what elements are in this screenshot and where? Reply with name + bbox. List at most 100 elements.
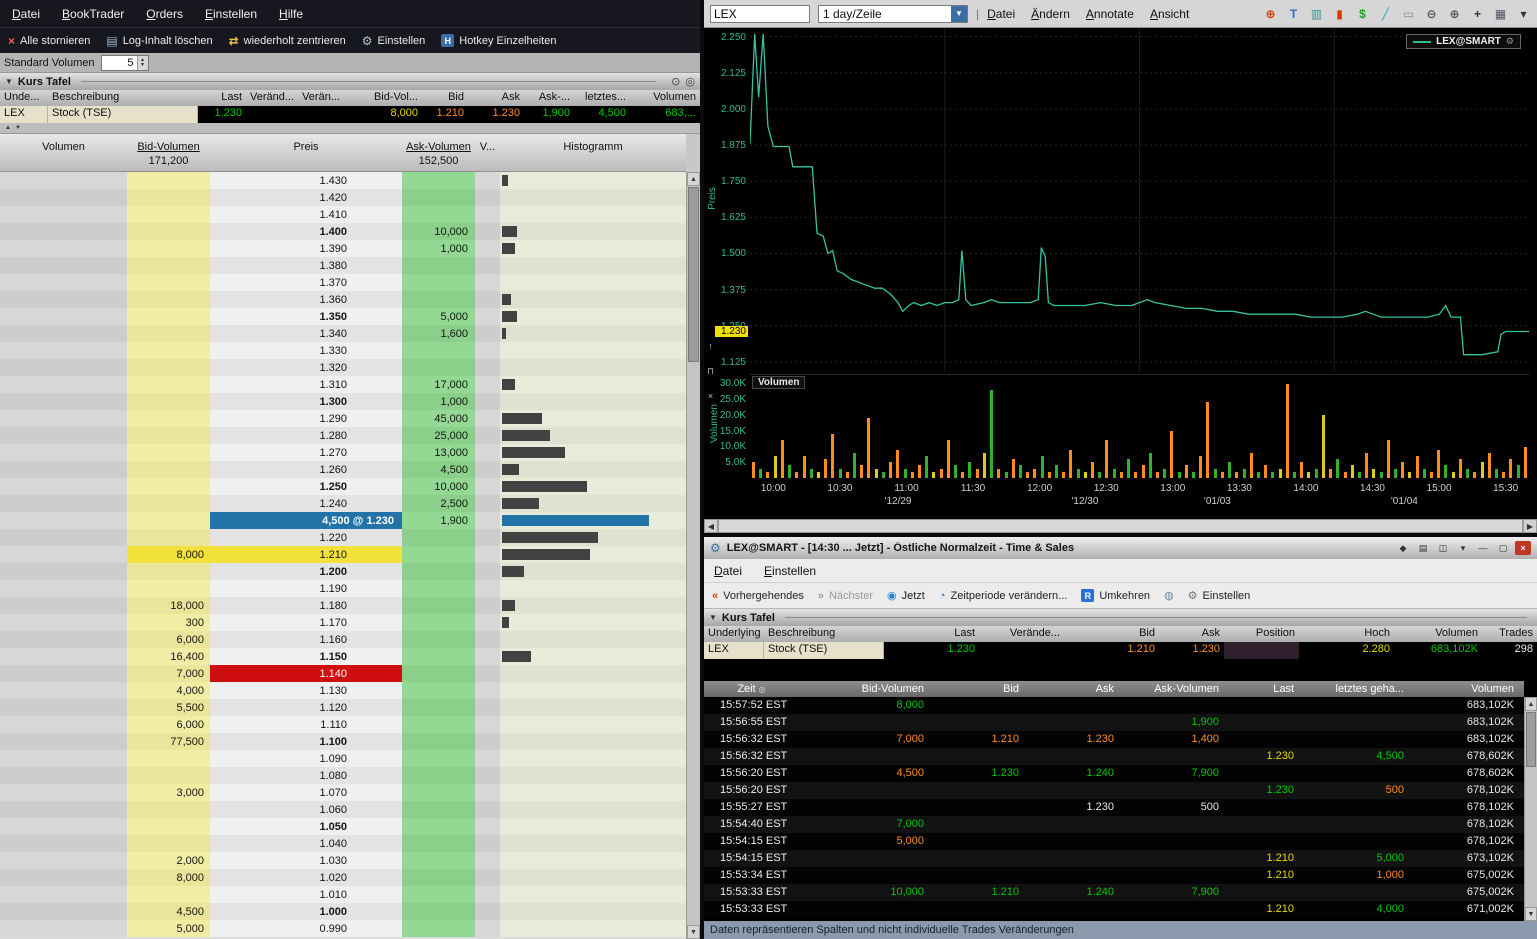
col-hoch[interactable]: Hoch <box>1299 626 1394 642</box>
col-bid[interactable]: Bid <box>1064 626 1159 642</box>
price-cell[interactable]: 1.170 <box>210 614 402 631</box>
tns-toolbar-vorhergehendes[interactable]: «Vorhergehendes <box>712 590 804 602</box>
bid-volume-cell[interactable]: 7,000 <box>127 665 210 682</box>
tns-col-bid[interactable]: Bid <box>934 681 1029 697</box>
ask-volume-cell[interactable]: 1,000 <box>402 393 475 410</box>
col-ask[interactable]: Ask <box>468 90 524 106</box>
scroll-up-icon[interactable]: ▲ <box>1525 697 1537 711</box>
price-cell[interactable]: 1.430 <box>210 172 402 189</box>
bid-volume-cell[interactable] <box>127 512 210 529</box>
ask-volume-cell[interactable]: 10,000 <box>402 478 475 495</box>
price-cell[interactable]: 1.250 <box>210 478 402 495</box>
zoom-out-icon[interactable]: ⊖ <box>1424 6 1439 22</box>
bid-volume-cell[interactable]: 16,400 <box>127 648 210 665</box>
bid-volume-cell[interactable]: 5,500 <box>127 699 210 716</box>
options-icon[interactable]: ◎ <box>685 76 695 88</box>
bid-volume-cell[interactable] <box>127 461 210 478</box>
chart-legend[interactable]: LEX@SMART ⚙ <box>1406 34 1521 49</box>
ask-volume-cell[interactable] <box>402 784 475 801</box>
ask-volume-cell[interactable] <box>402 750 475 767</box>
collapse-caret-icon[interactable]: ▼ <box>5 77 13 86</box>
columns-icon[interactable]: ▦ <box>1493 6 1508 22</box>
price-cell[interactable]: 1.110 <box>210 716 402 733</box>
ask-volume-cell[interactable] <box>402 546 475 563</box>
ask-volume-cell[interactable] <box>402 801 475 818</box>
scroll-left-icon[interactable]: ◀ <box>704 519 718 533</box>
price-cell[interactable]: 1.410 <box>210 206 402 223</box>
print-icon[interactable]: ▤ <box>1415 541 1431 555</box>
scrollbar-thumb[interactable] <box>1526 712 1536 767</box>
ask-volume-cell[interactable] <box>402 631 475 648</box>
col-position[interactable]: Position <box>1224 626 1299 642</box>
price-cell[interactable]: 1.310 <box>210 376 402 393</box>
bid-volume-cell[interactable] <box>127 886 210 903</box>
thermometer-icon[interactable]: ▮ <box>1332 6 1347 22</box>
price-cell[interactable]: 1.240 <box>210 495 402 512</box>
col-verände[interactable]: Verände... <box>979 626 1064 642</box>
bid-volume-cell[interactable]: 8,000 <box>127 546 210 563</box>
trendline-icon[interactable]: ╱ <box>1378 6 1393 22</box>
price-cell[interactable]: 1.120 <box>210 699 402 716</box>
chart-menu-datei[interactable]: Datei <box>987 7 1015 21</box>
col-beschreibung[interactable]: Beschreibung <box>764 626 884 642</box>
col-bid-vol[interactable]: Bid-Vol... <box>344 90 422 106</box>
tns-toolbar-globe[interactable]: ◍ <box>1164 589 1174 602</box>
toolbar-einstellen[interactable]: ⚙Einstellen <box>362 35 425 47</box>
toolbar-log-inhalt-löschen[interactable]: ▤Log-Inhalt löschen <box>106 35 212 47</box>
ladder-col-bid-volumen[interactable]: Bid-Volumen <box>127 141 210 153</box>
dropdown-arrow-icon[interactable]: ▼ <box>951 6 967 22</box>
bid-volume-cell[interactable]: 4,000 <box>127 682 210 699</box>
ladder-col-preis[interactable]: Preis <box>210 141 402 153</box>
chart-hscrollbar[interactable]: ◀ ▶ <box>704 519 1537 533</box>
menu-datei[interactable]: Datei <box>12 7 40 21</box>
bid-volume-cell[interactable] <box>127 427 210 444</box>
price-cell[interactable]: 1.020 <box>210 869 402 886</box>
price-cell[interactable]: 1.290 <box>210 410 402 427</box>
ask-volume-cell[interactable] <box>402 563 475 580</box>
scroll-down-icon[interactable]: ▼ <box>1525 907 1537 921</box>
price-cell[interactable]: 1.100 <box>210 733 402 750</box>
ask-volume-cell[interactable] <box>402 580 475 597</box>
ask-volume-cell[interactable] <box>402 767 475 784</box>
more-dropdown-icon[interactable]: ▾ <box>1516 6 1531 22</box>
toolbar-wiederholt-zentrieren[interactable]: ⇄wiederholt zentrieren <box>229 35 346 47</box>
bid-volume-cell[interactable] <box>127 835 210 852</box>
price-cell[interactable]: 4,500 @ 1.230 <box>210 512 402 529</box>
spinner-arrows-icon[interactable]: ▲▼ <box>137 56 148 70</box>
col-last[interactable]: Last <box>198 90 246 106</box>
tns-toolbar-zeitperiode-verändern[interactable]: ◔Zeitperiode verändern... <box>939 590 1067 602</box>
tns-col-ask[interactable]: Ask <box>1029 681 1124 697</box>
price-cell[interactable]: 1.270 <box>210 444 402 461</box>
ask-volume-cell[interactable] <box>402 682 475 699</box>
col-bid[interactable]: Bid <box>422 90 468 106</box>
price-cell[interactable]: 1.050 <box>210 818 402 835</box>
col-underlying[interactable]: Underlying <box>704 626 764 642</box>
price-cell[interactable]: 1.010 <box>210 886 402 903</box>
price-cell[interactable]: 1.350 <box>210 308 402 325</box>
maximize-button[interactable]: ▢ <box>1495 541 1511 555</box>
ask-volume-cell[interactable]: 5,000 <box>402 308 475 325</box>
ladder-col-volumen[interactable]: Volumen <box>0 141 127 153</box>
bid-volume-cell[interactable]: 2,000 <box>127 852 210 869</box>
bid-volume-cell[interactable] <box>127 189 210 206</box>
price-cell[interactable]: 1.090 <box>210 750 402 767</box>
bid-volume-cell[interactable] <box>127 359 210 376</box>
bid-volume-cell[interactable] <box>127 801 210 818</box>
ask-volume-cell[interactable]: 1,000 <box>402 240 475 257</box>
tns-col-volumen[interactable]: Volumen <box>1414 681 1524 697</box>
ask-volume-cell[interactable]: 1,600 <box>402 325 475 342</box>
bid-volume-cell[interactable]: 4,500 <box>127 903 210 920</box>
menu-orders[interactable]: Orders <box>146 7 183 21</box>
col-ask[interactable]: Ask-... <box>524 90 574 106</box>
price-cell[interactable]: 1.300 <box>210 393 402 410</box>
ask-volume-cell[interactable] <box>402 818 475 835</box>
price-cell[interactable]: 1.320 <box>210 359 402 376</box>
bid-volume-cell[interactable]: 5,000 <box>127 920 210 937</box>
ask-volume-cell[interactable] <box>402 852 475 869</box>
price-cell[interactable]: 1.080 <box>210 767 402 784</box>
price-cell[interactable]: 1.220 <box>210 529 402 546</box>
price-cell[interactable]: 1.390 <box>210 240 402 257</box>
ladder-col-v[interactable]: V... <box>475 141 500 153</box>
tns-scrollbar[interactable]: ▲ ▼ <box>1524 697 1537 921</box>
tns-toolbar-umkehren[interactable]: RUmkehren <box>1081 589 1150 602</box>
